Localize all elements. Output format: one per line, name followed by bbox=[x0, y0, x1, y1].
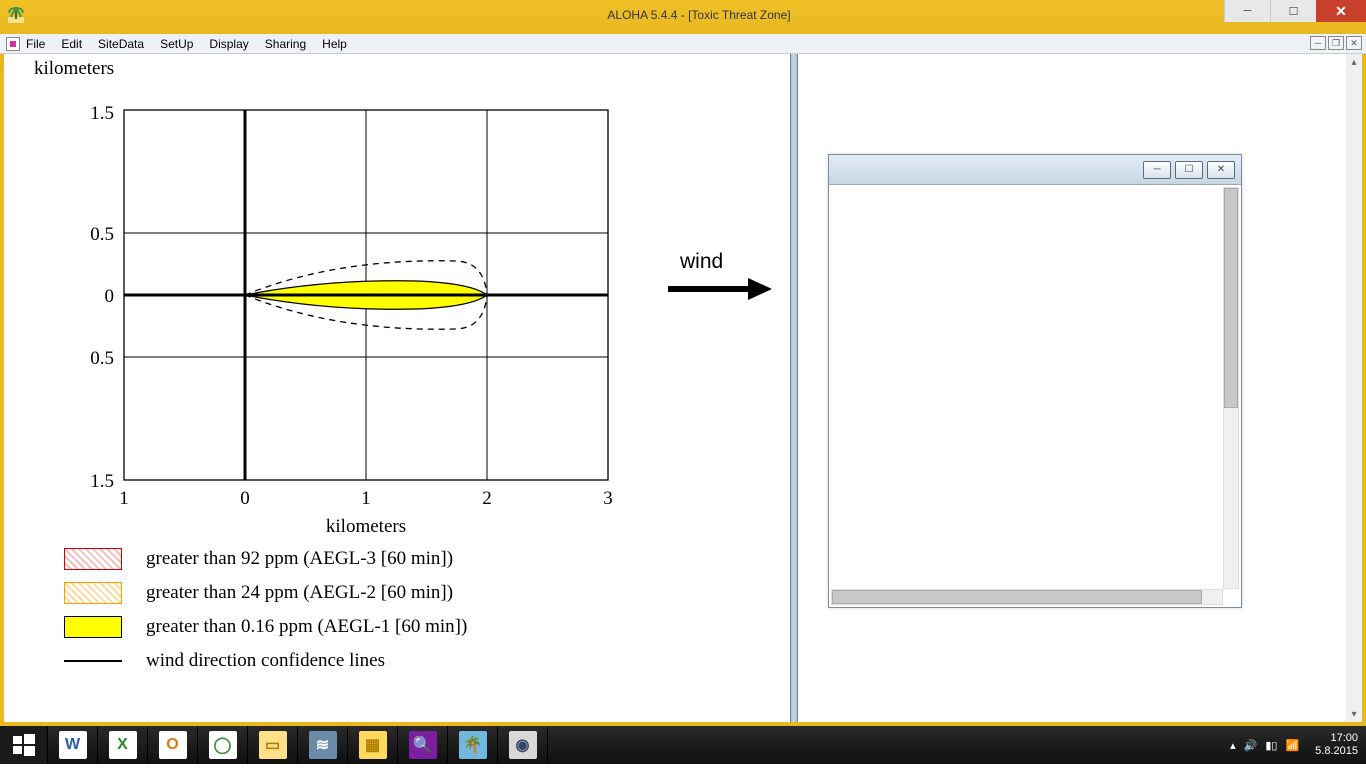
taskbar-app-explorer[interactable]: ▭ bbox=[248, 726, 298, 764]
clock-time: 17:00 bbox=[1315, 732, 1358, 745]
chrome-icon: ◯ bbox=[209, 731, 237, 759]
menu-edit[interactable]: Edit bbox=[61, 37, 82, 51]
scroll-down-icon[interactable]: ▾ bbox=[1346, 706, 1362, 722]
legend-label: wind direction confidence lines bbox=[146, 650, 385, 672]
tray-chevron-icon[interactable]: ▴ bbox=[1230, 739, 1236, 752]
xtick: 0 bbox=[240, 488, 250, 509]
window-title: ALOHA 5.4.4 - [Toxic Threat Zone] bbox=[32, 8, 1366, 22]
taskbar-app-app7[interactable]: ▦ bbox=[348, 726, 398, 764]
sub-scrollbar-vertical[interactable] bbox=[1223, 187, 1239, 589]
clock-date: 5.8.2015 bbox=[1315, 745, 1358, 758]
menu-setup[interactable]: SetUp bbox=[160, 37, 193, 51]
legend-label: greater than 24 ppm (AEGL-2 [60 min]) bbox=[146, 582, 453, 604]
legend-swatch-yellow bbox=[64, 616, 122, 638]
secondary-window-titlebar[interactable]: ─ ☐ ✕ bbox=[829, 155, 1241, 185]
window-controls: ─ ☐ ✕ bbox=[1224, 0, 1366, 22]
xtick: 1 bbox=[119, 488, 129, 509]
sub-scrollbar-horizontal[interactable] bbox=[831, 589, 1223, 605]
taskbar-app-excel[interactable]: X bbox=[98, 726, 148, 764]
taskbar-app-outlook[interactable]: O bbox=[148, 726, 198, 764]
secondary-window: ─ ☐ ✕ bbox=[828, 154, 1242, 608]
tray-volume-icon[interactable]: 🔊 bbox=[1244, 739, 1258, 752]
menu-display[interactable]: Display bbox=[209, 37, 248, 51]
taskbar-app-chrome[interactable]: ◯ bbox=[198, 726, 248, 764]
mdi-restore-button[interactable]: ❐ bbox=[1328, 36, 1344, 50]
wind-label: wind bbox=[680, 250, 723, 274]
ytick: 1.5 bbox=[90, 103, 114, 124]
mdi-close-button[interactable]: ✕ bbox=[1346, 36, 1362, 50]
titlebar: ALOHA 5.4.4 - [Toxic Threat Zone] ─ ☐ ✕ bbox=[0, 0, 1366, 30]
menu-help[interactable]: Help bbox=[322, 37, 347, 51]
start-button[interactable] bbox=[0, 726, 48, 764]
xtick: 3 bbox=[603, 488, 613, 509]
legend-swatch-orange bbox=[64, 582, 122, 604]
client-area: kilometers 1.5 0.5 0 bbox=[0, 54, 1366, 726]
mdi-controls: ─ ❐ ✕ bbox=[1310, 36, 1362, 50]
menu-sharing[interactable]: Sharing bbox=[265, 37, 306, 51]
x-axis-label: kilometers bbox=[326, 516, 406, 537]
app-icon bbox=[6, 5, 26, 25]
legend-row-aegl2: greater than 24 ppm (AEGL-2 [60 min]) bbox=[64, 576, 467, 610]
tray-wifi-icon[interactable]: 📶 bbox=[1285, 739, 1299, 752]
minimize-button[interactable]: ─ bbox=[1224, 0, 1270, 22]
sub-maximize-button[interactable]: ☐ bbox=[1175, 161, 1203, 179]
close-button[interactable]: ✕ bbox=[1316, 0, 1366, 22]
ytick: 1.5 bbox=[90, 471, 114, 492]
legend-line bbox=[64, 660, 122, 662]
ytick: 0 bbox=[105, 286, 115, 307]
taskbar: WXO ◯ ▭ ≋ ▦ 🔍 🌴 ◉ ▴ 🔊 ▮▯ 📶 17:00 5.8.2015 bbox=[0, 726, 1366, 764]
doc-icon bbox=[6, 37, 20, 51]
ytick: 0.5 bbox=[90, 224, 114, 245]
legend-row-confidence: wind direction confidence lines bbox=[64, 644, 467, 678]
tray-network-icon[interactable]: ▮▯ bbox=[1265, 739, 1277, 752]
app6-icon: ≋ bbox=[309, 731, 337, 759]
xtick: 2 bbox=[482, 488, 492, 509]
sub-close-button[interactable]: ✕ bbox=[1207, 161, 1235, 179]
xtick: 1 bbox=[361, 488, 371, 509]
menu-sitedata[interactable]: SiteData bbox=[98, 37, 144, 51]
ytick: 0.5 bbox=[90, 348, 114, 369]
sub-scroll-thumb-v[interactable] bbox=[1224, 188, 1238, 408]
earth-icon: ◉ bbox=[509, 731, 537, 759]
legend-label: greater than 0.16 ppm (AEGL-1 [60 min]) bbox=[146, 616, 467, 638]
excel-icon: X bbox=[109, 731, 137, 759]
outlook-icon: O bbox=[159, 731, 187, 759]
legend-swatch-red bbox=[64, 548, 122, 570]
windows-icon bbox=[13, 734, 35, 756]
taskbar-clock[interactable]: 17:00 5.8.2015 bbox=[1315, 732, 1358, 758]
legend-row-aegl3: greater than 92 ppm (AEGL-3 [60 min]) bbox=[64, 542, 467, 576]
legend-row-aegl1: greater than 0.16 ppm (AEGL-1 [60 min]) bbox=[64, 610, 467, 644]
taskbar-app-earth[interactable]: ◉ bbox=[498, 726, 548, 764]
taskbar-app-word[interactable]: W bbox=[48, 726, 98, 764]
search-icon: 🔍 bbox=[409, 731, 437, 759]
taskbar-app-app6[interactable]: ≋ bbox=[298, 726, 348, 764]
explorer-icon: ▭ bbox=[259, 731, 287, 759]
mdi-separator bbox=[790, 54, 798, 722]
legend: greater than 92 ppm (AEGL-3 [60 min]) gr… bbox=[64, 542, 467, 678]
threat-zone-chart: kilometers 1.5 0.5 0 bbox=[16, 58, 656, 545]
menu-file[interactable]: File bbox=[26, 37, 45, 51]
taskbar-app-aloha[interactable]: 🌴 bbox=[448, 726, 498, 764]
wind-arrow-icon bbox=[664, 274, 774, 304]
scroll-up-icon[interactable]: ▴ bbox=[1346, 54, 1362, 70]
y-axis-label: kilometers bbox=[34, 58, 656, 80]
maximize-button[interactable]: ☐ bbox=[1270, 0, 1316, 22]
menubar: File Edit SiteData SetUp Display Sharing… bbox=[0, 30, 1366, 54]
word-icon: W bbox=[59, 731, 87, 759]
taskbar-app-search[interactable]: 🔍 bbox=[398, 726, 448, 764]
app7-icon: ▦ bbox=[359, 731, 387, 759]
sub-scroll-thumb-h[interactable] bbox=[832, 590, 1202, 604]
legend-label: greater than 92 ppm (AEGL-3 [60 min]) bbox=[146, 548, 453, 570]
main-scrollbar-vertical[interactable]: ▴ ▾ bbox=[1346, 54, 1362, 722]
sub-minimize-button[interactable]: ─ bbox=[1143, 161, 1171, 179]
system-tray: ▴ 🔊 ▮▯ 📶 17:00 5.8.2015 bbox=[1226, 726, 1366, 764]
aloha-icon: 🌴 bbox=[459, 731, 487, 759]
chart-svg: 1.5 0.5 0 0.5 1.5 1 0 1 2 3 kilometers bbox=[16, 80, 656, 540]
mdi-minimize-button[interactable]: ─ bbox=[1310, 36, 1326, 50]
